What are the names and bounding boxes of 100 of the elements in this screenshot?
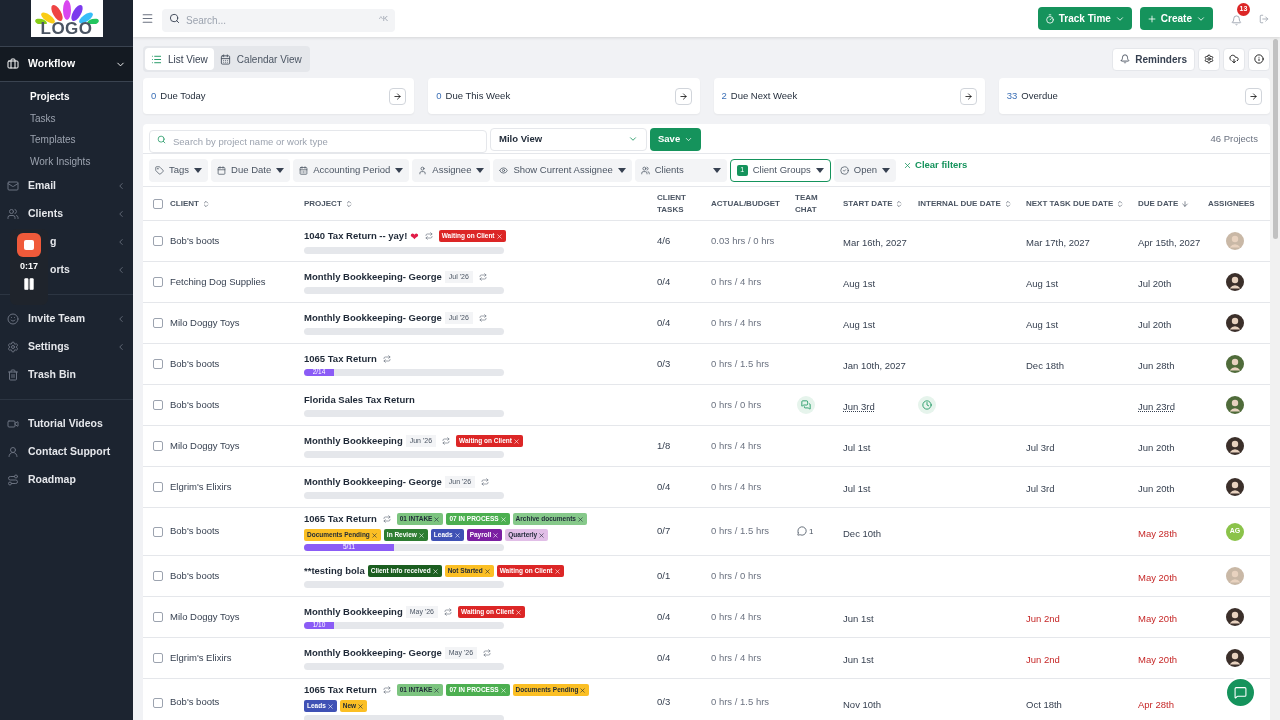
filter-chip[interactable]: Show Current Assignee — [493, 158, 632, 182]
scrollbar-thumb[interactable] — [1272, 39, 1278, 239]
row-checkbox[interactable] — [152, 653, 163, 663]
sidebar-subitem[interactable]: Tasks — [0, 107, 133, 129]
filter-chip[interactable]: Due Date — [211, 158, 291, 182]
remove-icon[interactable] — [538, 531, 546, 539]
remove-icon[interactable] — [417, 531, 425, 539]
clock-icon[interactable] — [918, 396, 936, 414]
pause-icon[interactable] — [22, 276, 36, 291]
view-tab[interactable]: List View — [145, 48, 214, 70]
table-row[interactable]: Bob's boots Florida Sales Tax Return 0 hrs / 0 hrs Jun 3rd Jun 23rd — [143, 385, 1270, 426]
column-header[interactable]: DUE DATE — [1138, 197, 1208, 210]
reminders-button[interactable]: Reminders — [1112, 47, 1195, 71]
column-header[interactable]: PROJECT — [304, 197, 657, 210]
saved-view-select[interactable]: Milo View — [490, 127, 647, 151]
remove-icon[interactable] — [553, 567, 561, 575]
create-button[interactable]: Create — [1139, 7, 1213, 30]
remove-icon[interactable] — [357, 702, 365, 710]
project-title[interactable]: Monthly Bookkeeping- George — [304, 269, 442, 285]
project-title[interactable]: 1065 Tax Return — [304, 683, 377, 698]
project-title[interactable]: 1040 Tax Return -- yay! — [304, 228, 408, 244]
project-title[interactable]: **testing bola — [304, 563, 365, 579]
sidebar-subitem[interactable]: Work Insights — [0, 150, 133, 172]
sidebar-subitem[interactable]: Templates — [0, 129, 133, 151]
summary-card[interactable]: 2 Due Next Week — [713, 78, 985, 114]
save-button[interactable]: Save — [650, 127, 702, 151]
row-checkbox[interactable] — [152, 277, 163, 287]
remove-icon[interactable] — [512, 437, 520, 445]
project-search-field[interactable]: Search by project name or work type — [149, 129, 487, 153]
filter-chip[interactable]: Accounting Period — [293, 158, 410, 182]
sidebar-item[interactable]: g — [50, 235, 57, 248]
filter-chip[interactable]: Open — [833, 158, 897, 182]
notification-bell-icon[interactable] — [1230, 14, 1242, 26]
row-checkbox[interactable] — [152, 612, 163, 622]
sidebar-item[interactable]: Roadmap — [0, 466, 133, 494]
row-checkbox[interactable] — [152, 236, 163, 246]
sidebar-item[interactable]: Contact Support — [0, 438, 133, 466]
remove-icon[interactable] — [492, 531, 500, 539]
remove-icon[interactable] — [499, 686, 507, 694]
sidebar-item[interactable]: Tutorial Videos — [0, 410, 133, 438]
column-header[interactable]: NEXT TASK DUE DATE — [1026, 197, 1138, 210]
filter-chip[interactable]: Clients — [634, 158, 727, 182]
filter-chip[interactable]: Tags — [149, 158, 209, 182]
remove-icon[interactable] — [499, 515, 507, 523]
remove-icon[interactable] — [370, 531, 378, 539]
project-title[interactable]: Monthly Bookkeeping- George — [304, 645, 442, 661]
column-header[interactable]: CLIENT — [170, 197, 304, 210]
sidebar-item[interactable]: Email — [0, 172, 133, 200]
remove-icon[interactable] — [431, 567, 439, 575]
remove-icon[interactable] — [495, 232, 503, 240]
select-all-checkbox[interactable] — [152, 198, 163, 209]
remove-icon[interactable] — [433, 515, 441, 523]
track-time-button[interactable]: Track Time — [1037, 7, 1132, 30]
summary-card[interactable]: 33 Overdue — [998, 78, 1270, 114]
project-title[interactable]: Monthly Bookkeeping- George — [304, 474, 442, 490]
sidebar-item[interactable]: Invite Team — [0, 305, 133, 333]
remove-icon[interactable] — [576, 515, 584, 523]
row-checkbox[interactable] — [152, 359, 163, 369]
arrow-button[interactable] — [1245, 87, 1262, 105]
stop-button[interactable] — [17, 233, 41, 257]
row-checkbox[interactable] — [152, 697, 163, 708]
row-checkbox[interactable] — [152, 526, 163, 537]
project-title[interactable]: 1065 Tax Return — [304, 351, 377, 367]
row-checkbox[interactable] — [152, 400, 163, 410]
row-checkbox[interactable] — [152, 441, 163, 451]
row-checkbox[interactable] — [152, 482, 163, 492]
chat-icon[interactable] — [797, 396, 815, 414]
project-title[interactable]: 1065 Tax Return — [304, 512, 377, 527]
remove-icon[interactable] — [453, 531, 461, 539]
sidebar-item[interactable]: orts — [50, 263, 70, 276]
sidebar-item[interactable]: Clients — [0, 200, 133, 228]
arrow-button[interactable] — [959, 87, 977, 105]
clear-filters-link[interactable]: Clear filters — [903, 158, 968, 173]
download-button[interactable] — [1223, 47, 1245, 71]
sidebar-item[interactable]: Workflow — [0, 46, 133, 82]
view-tab[interactable]: Calendar View — [213, 48, 308, 70]
logout-icon[interactable] — [1259, 13, 1269, 24]
summary-card[interactable]: 0 Due This Week — [428, 78, 700, 114]
arrow-button[interactable] — [389, 87, 407, 105]
remove-icon[interactable] — [483, 567, 491, 575]
filter-chip[interactable]: Assignee — [412, 158, 491, 182]
info-button[interactable] — [1248, 47, 1270, 71]
project-title[interactable]: Monthly Bookkeeping — [304, 433, 403, 449]
summary-card[interactable]: 0 Due Today — [143, 78, 415, 114]
project-title[interactable]: Florida Sales Tax Return — [304, 392, 415, 408]
sidebar-item[interactable]: Trash Bin — [0, 361, 133, 389]
remove-icon[interactable] — [579, 686, 587, 694]
remove-icon[interactable] — [514, 608, 522, 616]
arrow-button[interactable] — [674, 87, 692, 105]
settings-button[interactable] — [1198, 47, 1220, 71]
menu-icon[interactable] — [141, 12, 154, 25]
project-title[interactable]: Monthly Bookkeeping — [304, 604, 403, 620]
row-checkbox[interactable] — [152, 571, 163, 581]
sidebar-item[interactable]: Settings — [0, 333, 133, 361]
remove-icon[interactable] — [326, 702, 334, 710]
column-header[interactable]: START DATE — [843, 197, 918, 210]
row-checkbox[interactable] — [152, 318, 163, 328]
project-title[interactable]: Monthly Bookkeeping- George — [304, 310, 442, 326]
column-header[interactable]: INTERNAL DUE DATE — [918, 197, 1026, 210]
chat-icon[interactable] — [797, 525, 807, 536]
